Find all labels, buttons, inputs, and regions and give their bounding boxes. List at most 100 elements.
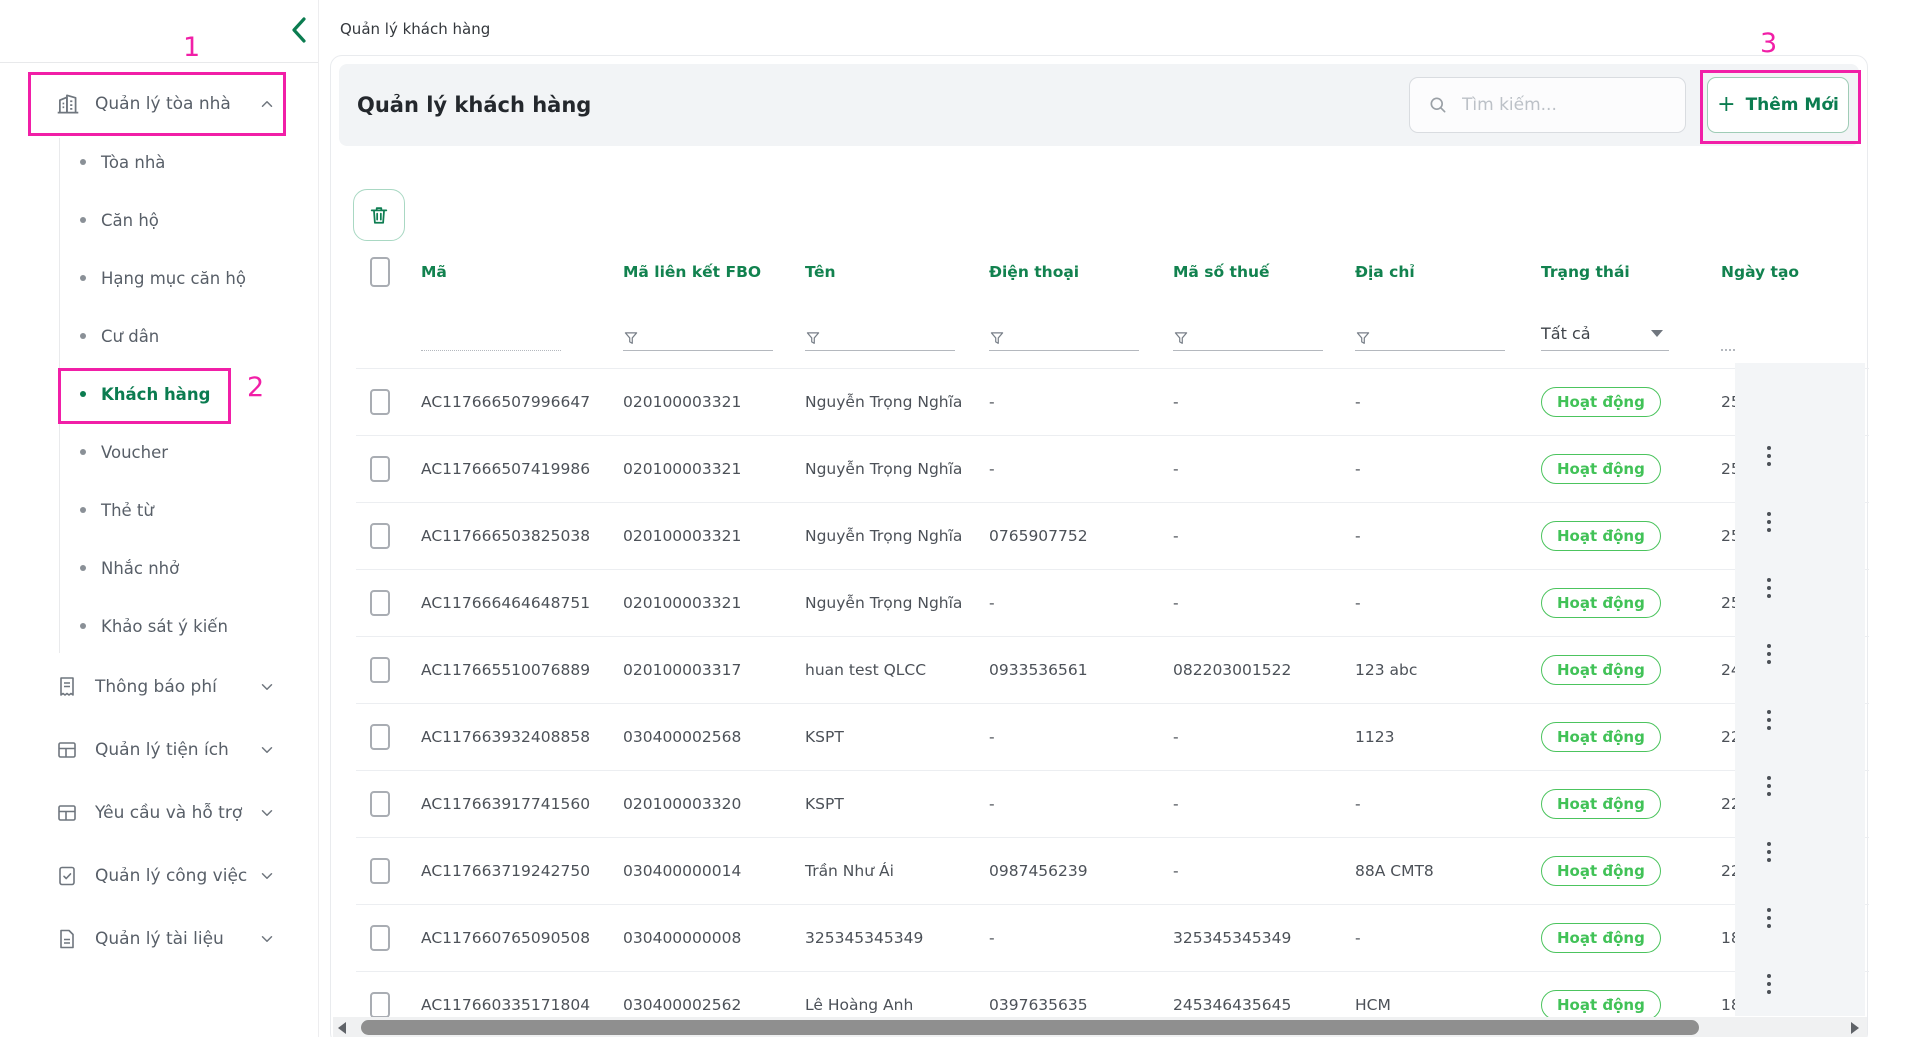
cell-mst: 325345345349 xyxy=(1173,929,1355,947)
cell-ma: AC117663917741560 xyxy=(421,795,623,813)
column-header-ma[interactable]: Mã xyxy=(421,263,623,281)
sidebar-subitem-1[interactable]: Tòa nhà xyxy=(0,133,318,191)
cell-phone: 0397635635 xyxy=(989,996,1173,1014)
cell-diachi: HCM xyxy=(1355,996,1541,1014)
row-actions-kebab-2[interactable] xyxy=(1759,507,1779,537)
filter-ngay-tao[interactable] xyxy=(1721,325,1735,351)
column-header-dia-chi[interactable]: Địa chỉ xyxy=(1355,263,1541,281)
cell-ma: AC117665510076889 xyxy=(421,661,623,679)
breadcrumb: Quản lý khách hàng xyxy=(340,20,490,38)
filter-ten[interactable] xyxy=(805,325,955,351)
cell-diachi: - xyxy=(1355,527,1541,545)
column-header-ngay-tao[interactable]: Ngày tạo xyxy=(1721,263,1869,281)
cell-phone: - xyxy=(989,393,1173,411)
sidebar-item-quan-ly-toa-nha[interactable]: Quản lý tòa nhà xyxy=(0,75,318,132)
status-badge: Hoạt động xyxy=(1541,789,1661,819)
scrollbar-right-arrow[interactable] xyxy=(1851,1022,1859,1034)
cell-fbo: 020100003320 xyxy=(623,795,805,813)
delete-selected-button[interactable] xyxy=(353,189,405,241)
sidebar-subitem-7[interactable]: Thẻ từ xyxy=(0,481,318,539)
row-actions-kebab-7[interactable] xyxy=(1759,837,1779,867)
filter-ma-so-thue[interactable] xyxy=(1173,325,1323,351)
sidebar-subitem-6[interactable]: Voucher xyxy=(0,423,318,481)
sidebar-subitem-5[interactable]: Khách hàng xyxy=(0,365,318,423)
sidebar-subitem-label: Khách hàng xyxy=(101,385,210,404)
sidebar-item-6[interactable]: Quản lý tài liệu xyxy=(0,910,318,967)
row-actions-column xyxy=(1735,363,1865,1016)
cell-ma: AC117666464648751 xyxy=(421,594,623,612)
table-row-6: AC117663932408858030400002568KSPT--1123H… xyxy=(356,704,1869,771)
sidebar-subitem-2[interactable]: Căn hộ xyxy=(0,191,318,249)
row-checkbox[interactable] xyxy=(370,657,390,683)
filter-dia-chi[interactable] xyxy=(1355,325,1505,351)
sidebar-subitem-3[interactable]: Hạng mục căn hộ xyxy=(0,249,318,307)
sidebar-top xyxy=(0,0,318,63)
row-actions-kebab-1[interactable] xyxy=(1759,441,1779,471)
cell-mst: - xyxy=(1173,393,1355,411)
trash-icon xyxy=(368,204,390,226)
filter-dien-thoai[interactable] xyxy=(989,325,1139,351)
sidebar-item-3[interactable]: Quản lý tiện ích xyxy=(0,721,318,778)
document-icon xyxy=(55,926,81,952)
search-box[interactable] xyxy=(1409,77,1686,133)
sidebar: Quản lý tòa nhà Tòa nhà Căn hộ Hạng mục că… xyxy=(0,0,319,1037)
card-header: Quản lý khách hàng + Thêm Mới xyxy=(339,64,1859,146)
filter-ma[interactable] xyxy=(421,325,561,351)
scrollbar-thumb[interactable] xyxy=(361,1020,1699,1035)
sidebar-item-4[interactable]: Yêu cầu và hỗ trợ xyxy=(0,784,318,841)
search-input[interactable] xyxy=(1460,94,1664,116)
cell-phone: - xyxy=(989,728,1173,746)
row-checkbox[interactable] xyxy=(370,724,390,750)
table-row-1: AC117666507996647020100003321Nguyễn Trọn… xyxy=(356,369,1869,436)
sidebar-subitem-label: Căn hộ xyxy=(101,211,159,230)
horizontal-scrollbar[interactable] xyxy=(333,1017,1867,1037)
sidebar-subitem-8[interactable]: Nhắc nhở xyxy=(0,539,318,597)
chevron-down-icon xyxy=(258,930,276,948)
row-actions-kebab-4[interactable] xyxy=(1759,639,1779,669)
row-checkbox[interactable] xyxy=(370,389,390,415)
table-header: Mã Mã liên kết FBO Tên Điện thoại Mã số … xyxy=(356,257,1869,287)
column-header-trang-thai[interactable]: Trạng thái xyxy=(1541,263,1721,281)
cell-ten: Nguyễn Trọng Nghĩa xyxy=(805,594,989,612)
column-header-ten[interactable]: Tên xyxy=(805,263,989,281)
add-new-button[interactable]: + Thêm Mới xyxy=(1707,77,1849,133)
row-checkbox[interactable] xyxy=(370,523,390,549)
column-header-dien-thoai[interactable]: Điện thoại xyxy=(989,263,1173,281)
column-header-fbo[interactable]: Mã liên kết FBO xyxy=(623,263,805,281)
bullet-icon xyxy=(80,565,86,571)
scrollbar-left-arrow[interactable] xyxy=(338,1022,346,1034)
table-row-9: AC11766076509050803040000000832534534534… xyxy=(356,905,1869,972)
chevron-down-icon xyxy=(258,741,276,759)
sidebar-item-2[interactable]: Thông báo phí xyxy=(0,658,318,715)
row-actions-kebab-8[interactable] xyxy=(1759,903,1779,933)
column-header-ma-so-thue[interactable]: Mã số thuế xyxy=(1173,263,1355,281)
row-checkbox[interactable] xyxy=(370,992,390,1018)
row-checkbox[interactable] xyxy=(370,925,390,951)
table-body: AC117666507996647020100003321Nguyễn Trọn… xyxy=(356,368,1869,1037)
row-checkbox[interactable] xyxy=(370,590,390,616)
sidebar-collapse-button[interactable] xyxy=(286,14,312,46)
status-badge: Hoạt động xyxy=(1541,923,1661,953)
row-checkbox[interactable] xyxy=(370,791,390,817)
sidebar-item-5[interactable]: Quản lý công việc xyxy=(0,847,318,904)
row-checkbox[interactable] xyxy=(370,456,390,482)
row-actions-kebab-6[interactable] xyxy=(1759,771,1779,801)
cell-ten: Nguyễn Trọng Nghĩa xyxy=(805,393,989,411)
row-actions-kebab-3[interactable] xyxy=(1759,573,1779,603)
table-row-2: AC117666507419986020100003321Nguyễn Trọn… xyxy=(356,436,1869,503)
cell-diachi: - xyxy=(1355,795,1541,813)
row-checkbox[interactable] xyxy=(370,858,390,884)
filter-fbo[interactable] xyxy=(623,325,773,351)
sidebar-subitem-9[interactable]: Khảo sát ý kiến xyxy=(0,597,318,655)
sidebar-subitem-4[interactable]: Cư dân xyxy=(0,307,318,365)
status-badge: Hoạt động xyxy=(1541,990,1661,1020)
select-all-checkbox[interactable] xyxy=(370,257,390,287)
sidebar-item-label: Thông báo phí xyxy=(95,677,217,697)
row-actions-kebab-5[interactable] xyxy=(1759,705,1779,735)
table-row-5: AC117665510076889020100003317huan test Q… xyxy=(356,637,1869,704)
cell-ten: Nguyễn Trọng Nghĩa xyxy=(805,460,989,478)
table-row-7: AC117663917741560020100003320KSPT---Hoạt… xyxy=(356,771,1869,838)
cell-ma: AC117663719242750 xyxy=(421,862,623,880)
status-filter-dropdown[interactable]: Tất cả xyxy=(1541,321,1669,351)
row-actions-kebab-9[interactable] xyxy=(1759,969,1779,999)
